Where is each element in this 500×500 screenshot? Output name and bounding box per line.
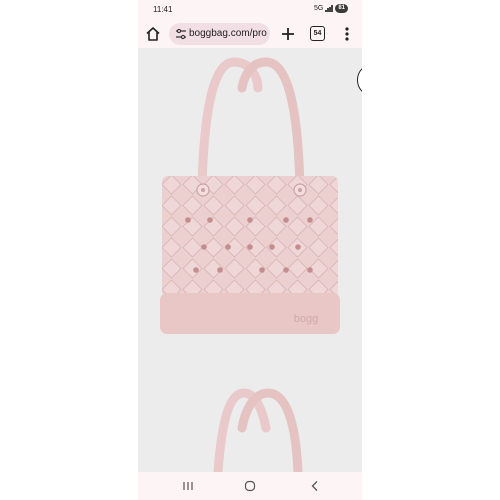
signal-icon [325, 5, 333, 12]
bag-handle-right [237, 57, 305, 193]
phone-screen: 11:41 5G 81 boggbag.com/pro 54 bogg [138, 0, 362, 500]
battery-icon: 81 [335, 4, 348, 13]
page-content[interactable]: bogg [138, 48, 362, 472]
url-text: boggbag.com/pro [189, 28, 267, 39]
recents-icon[interactable] [182, 480, 194, 492]
tune-icon[interactable] [175, 28, 187, 40]
status-indicators: 5G 81 [314, 4, 348, 13]
system-nav-bar [138, 472, 362, 500]
home-icon[interactable] [144, 25, 162, 43]
home-circle-icon[interactable] [244, 480, 256, 492]
browser-toolbar: boggbag.com/pro 54 [138, 20, 362, 48]
bag-logo: bogg [294, 313, 318, 325]
back-icon[interactable] [309, 480, 321, 492]
bag-handle-left [197, 57, 263, 193]
status-time: 11:41 [153, 5, 173, 14]
plus-icon[interactable] [279, 25, 297, 43]
address-bar[interactable]: boggbag.com/pro [169, 23, 270, 45]
tabs-icon[interactable]: 54 [310, 26, 325, 41]
bag-body [162, 176, 338, 298]
network-type: 5G [313, 5, 324, 12]
product-image: bogg [160, 57, 340, 472]
next-bag-handle-right [237, 388, 303, 472]
more-vert-icon[interactable] [341, 25, 353, 43]
status-bar: 11:41 5G 81 [138, 0, 362, 20]
